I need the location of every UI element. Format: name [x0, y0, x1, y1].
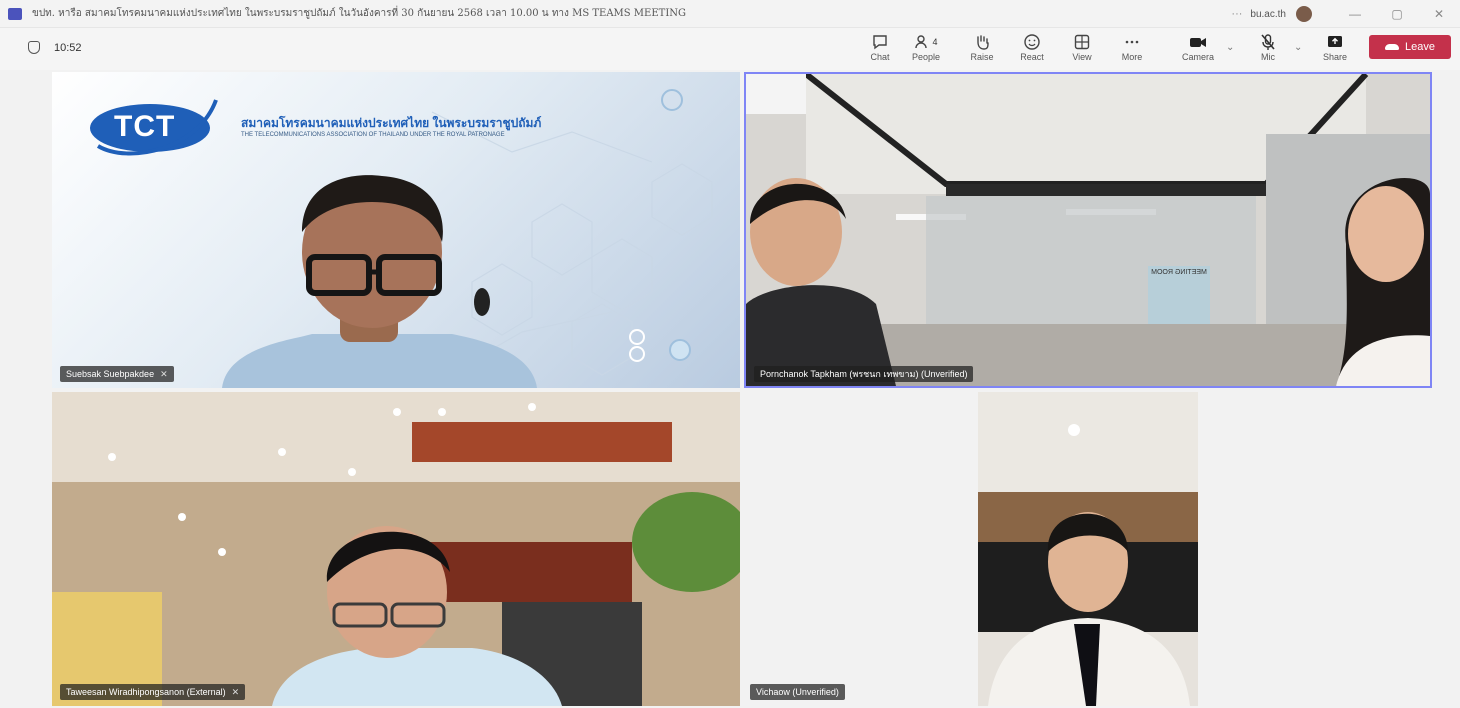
title-bar: ขปท. หารือ สมาคมโทรคมนาคมแห่งประเทศไทย ใ…: [0, 0, 1460, 28]
lobby-background-graphic: [52, 392, 740, 706]
more-button[interactable]: More: [1110, 32, 1154, 66]
mic-muted-icon: [1259, 32, 1277, 52]
mic-muted-icon: ✕: [160, 368, 168, 379]
participant-name: Suebsak Suebpakdee: [66, 369, 155, 379]
raise-label: Raise: [970, 52, 994, 62]
avatar[interactable]: [1296, 6, 1312, 22]
office-background-graphic: [746, 74, 1430, 386]
meeting-clock: 10:52: [28, 41, 82, 54]
camera-options-chevron-down-icon[interactable]: ⌄: [1226, 42, 1234, 53]
raise-button[interactable]: Raise: [960, 32, 1004, 66]
chat-icon: [871, 32, 889, 52]
share-icon: [1326, 32, 1344, 52]
view-label: View: [1072, 52, 1092, 62]
share-label: Share: [1322, 52, 1348, 62]
meeting-room-sign: MEETING ROOM: [1151, 269, 1207, 276]
participant-name: Pornchanok Tapkham (พรชนก เทพขาม) (Unver…: [760, 369, 968, 379]
org-name-thai: สมาคมโทรคมนาคมแห่งประเทศไทย ในพระบรมราชู…: [241, 116, 542, 130]
mic-muted-icon: ✕: [231, 686, 240, 697]
meeting-toolbar: 10:52 Chat 4 People Raise React View Mor…: [0, 28, 1460, 70]
video-tile-pornchanok[interactable]: MEETING ROOM Pornchanok Tapkham (พรชนก เ…: [744, 72, 1432, 388]
org-label: bu.ac.th: [1250, 8, 1286, 20]
tct-logo-text: TCT: [114, 110, 176, 143]
chat-button[interactable]: Chat: [858, 32, 902, 66]
chat-label: Chat: [870, 52, 890, 62]
participant-name-tag: Taweesan Wiradhipongsanon (External) ✕: [60, 684, 246, 700]
mic-options-chevron-down-icon[interactable]: ⌄: [1294, 42, 1302, 53]
leave-button[interactable]: Leave: [1369, 35, 1451, 59]
participant-name-tag: Pornchanok Tapkham (พรชนก เทพขาม) (Unver…: [754, 366, 974, 382]
participant-name: Vichaow (Unverified): [756, 687, 839, 697]
leave-label: Leave: [1405, 41, 1435, 53]
camera-label: Camera: [1181, 52, 1214, 62]
react-icon: [1023, 32, 1041, 52]
view-grid-icon: [1073, 32, 1091, 52]
people-count: 4: [932, 37, 938, 47]
people-icon: 4: [914, 32, 938, 52]
share-button[interactable]: Share: [1313, 32, 1357, 66]
react-label: React: [1020, 52, 1044, 62]
phone-hangup-icon: [1385, 44, 1399, 50]
mic-label: Mic: [1261, 52, 1275, 62]
minimize-button[interactable]: —: [1334, 7, 1376, 21]
participant-name-tag: Vichaow (Unverified): [750, 684, 845, 700]
more-options-icon[interactable]: ···: [1231, 8, 1242, 20]
participant-name-tag: Suebsak Suebpakdee ✕: [60, 366, 174, 382]
meeting-time: 10:52: [54, 41, 82, 54]
raise-hand-icon: [973, 32, 991, 52]
mic-button[interactable]: Mic: [1246, 32, 1290, 66]
react-button[interactable]: React: [1010, 32, 1054, 66]
view-button[interactable]: View: [1060, 32, 1104, 66]
participant-name: Taweesan Wiradhipongsanon (External): [66, 687, 226, 697]
video-tile-vichaow[interactable]: [978, 392, 1198, 706]
more-label: More: [1121, 52, 1143, 62]
org-name-english: THE TELECOMMUNICATIONS ASSOCIATION OF TH…: [241, 132, 505, 138]
maximize-button[interactable]: ▢: [1376, 7, 1418, 21]
camera-button[interactable]: Camera: [1176, 32, 1220, 66]
window-title: ขปท. หารือ สมาคมโทรคมนาคมแห่งประเทศไทย ใ…: [32, 8, 687, 19]
room-background-graphic: [978, 392, 1198, 706]
close-button[interactable]: ✕: [1418, 7, 1460, 21]
video-tile-taweesan[interactable]: Taweesan Wiradhipongsanon (External) ✕: [52, 392, 740, 706]
people-button[interactable]: 4 People: [904, 32, 948, 66]
people-label: People: [911, 52, 941, 62]
video-tile-suebsak[interactable]: TCT สมาคมโทรคมนาคมแห่งประเทศไทย ในพระบรม…: [52, 72, 740, 388]
ellipsis-icon: [1123, 32, 1141, 52]
camera-icon: [1188, 32, 1208, 52]
shield-icon: [28, 41, 40, 54]
tct-logo: TCT: [88, 94, 218, 156]
teams-app-icon: [8, 7, 22, 20]
